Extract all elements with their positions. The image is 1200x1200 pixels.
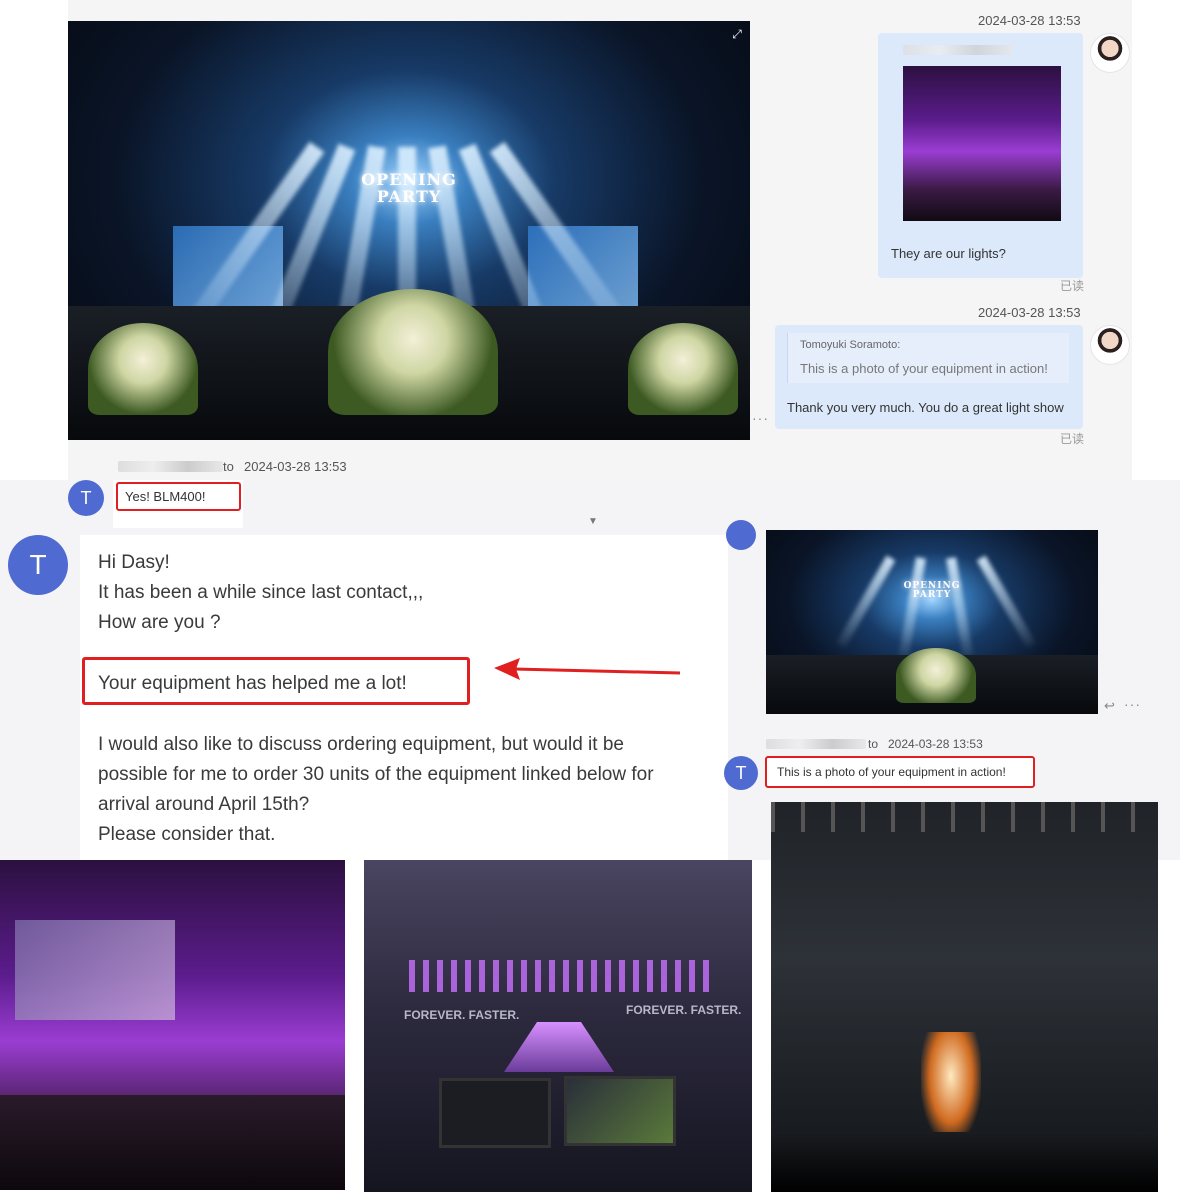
message-line: I would also like to discuss ordering eq… — [98, 734, 624, 755]
avatar[interactable] — [1090, 33, 1130, 73]
message-line: It has been a while since last contact,,… — [98, 582, 424, 603]
concert-photo[interactable] — [0, 860, 345, 1190]
flower-arrangement — [896, 647, 976, 703]
quote-sender: Tomoyuki Soramoto: — [800, 339, 901, 351]
message-card[interactable]: Hi Dasy! It has been a while since last … — [80, 535, 728, 860]
flower-arrangement — [628, 322, 738, 415]
light-beam — [898, 556, 926, 659]
flower-arrangement — [88, 322, 198, 415]
message-line: How are you ? — [98, 612, 221, 633]
light-beam — [946, 556, 974, 659]
flower-arrangement — [328, 289, 498, 415]
message-line: arrival around April 15th? — [98, 794, 310, 815]
message-text: Thank you very much. You do a great ligh… — [787, 400, 1064, 415]
sender-name-suffix: to — [223, 459, 234, 474]
message-text: Yes! BLM400! — [125, 489, 206, 504]
highlighted-line: Your equipment has helped me a lot! — [98, 673, 407, 694]
banner-text: FOREVER. FASTER. — [404, 1008, 520, 1022]
stage-photo-large[interactable]: OPENING PARTY ⤢ — [68, 21, 750, 440]
blurred-sender-name — [903, 45, 1013, 55]
light-beam — [976, 555, 1036, 648]
message-timestamp: 2024-03-28 13:53 — [978, 13, 1081, 28]
message-line: Please consider that. — [98, 824, 276, 845]
message-text: This is a photo of your equipment in act… — [777, 765, 1006, 779]
avatar[interactable] — [726, 520, 756, 550]
audience — [771, 1132, 1158, 1192]
avatar[interactable]: T — [68, 480, 104, 516]
quoted-photo[interactable] — [903, 66, 1061, 221]
more-options-icon[interactable]: ··· — [1124, 696, 1141, 712]
red-arrow-icon — [494, 658, 681, 680]
avatar[interactable] — [1090, 325, 1130, 365]
message-line: Hi Dasy! — [98, 552, 170, 573]
stage-screen — [15, 920, 175, 1020]
audience — [0, 1095, 345, 1190]
sender-name-suffix: to — [868, 737, 879, 751]
stage-photo-small[interactable]: OPENING PARTY — [766, 530, 1098, 714]
message-timestamp: 2024-03-28 13:53 — [888, 737, 983, 751]
light-rig — [409, 960, 709, 992]
banner-text: FOREVER. FASTER. — [626, 1003, 742, 1017]
console-monitor — [439, 1078, 551, 1148]
quote-text: This is a photo of your equipment in act… — [800, 361, 1048, 376]
expand-icon[interactable]: ⤢ — [730, 27, 744, 41]
message-text: They are our lights? — [891, 246, 1006, 261]
console-monitor — [564, 1076, 676, 1146]
message-line: possible for me to order 30 units of the… — [98, 764, 654, 785]
performer — [921, 1032, 981, 1142]
avatar[interactable]: T — [8, 535, 68, 595]
more-options-icon[interactable]: ··· — [752, 410, 769, 426]
concert-stage-photo[interactable] — [771, 802, 1158, 1192]
stage-title: OPENING PARTY — [361, 170, 457, 206]
blurred-sender-name — [118, 461, 223, 472]
truss — [771, 802, 1158, 832]
stage-title: OPENING PARTY — [903, 581, 961, 600]
quoted-message[interactable]: Tomoyuki Soramoto: This is a photo of yo… — [787, 333, 1069, 383]
reply-icon[interactable]: ↩ — [1104, 698, 1115, 714]
message-bubble[interactable]: They are our lights? — [878, 33, 1083, 278]
blurred-sender-name — [766, 739, 866, 749]
light-beam — [836, 555, 896, 648]
message-timestamp: 2024-03-28 13:53 — [978, 305, 1081, 320]
message-timestamp: 2024-03-28 13:53 — [244, 459, 347, 474]
collapse-icon[interactable]: ▼ — [588, 516, 598, 527]
stage-runway — [504, 1022, 614, 1072]
read-status: 已读 — [1060, 432, 1085, 446]
message-bubble[interactable]: Tomoyuki Soramoto: This is a photo of yo… — [775, 325, 1083, 429]
read-status: 已读 — [1060, 279, 1085, 293]
arena-photo[interactable]: FOREVER. FASTER. FOREVER. FASTER. — [364, 860, 752, 1192]
avatar[interactable]: T — [724, 756, 758, 790]
